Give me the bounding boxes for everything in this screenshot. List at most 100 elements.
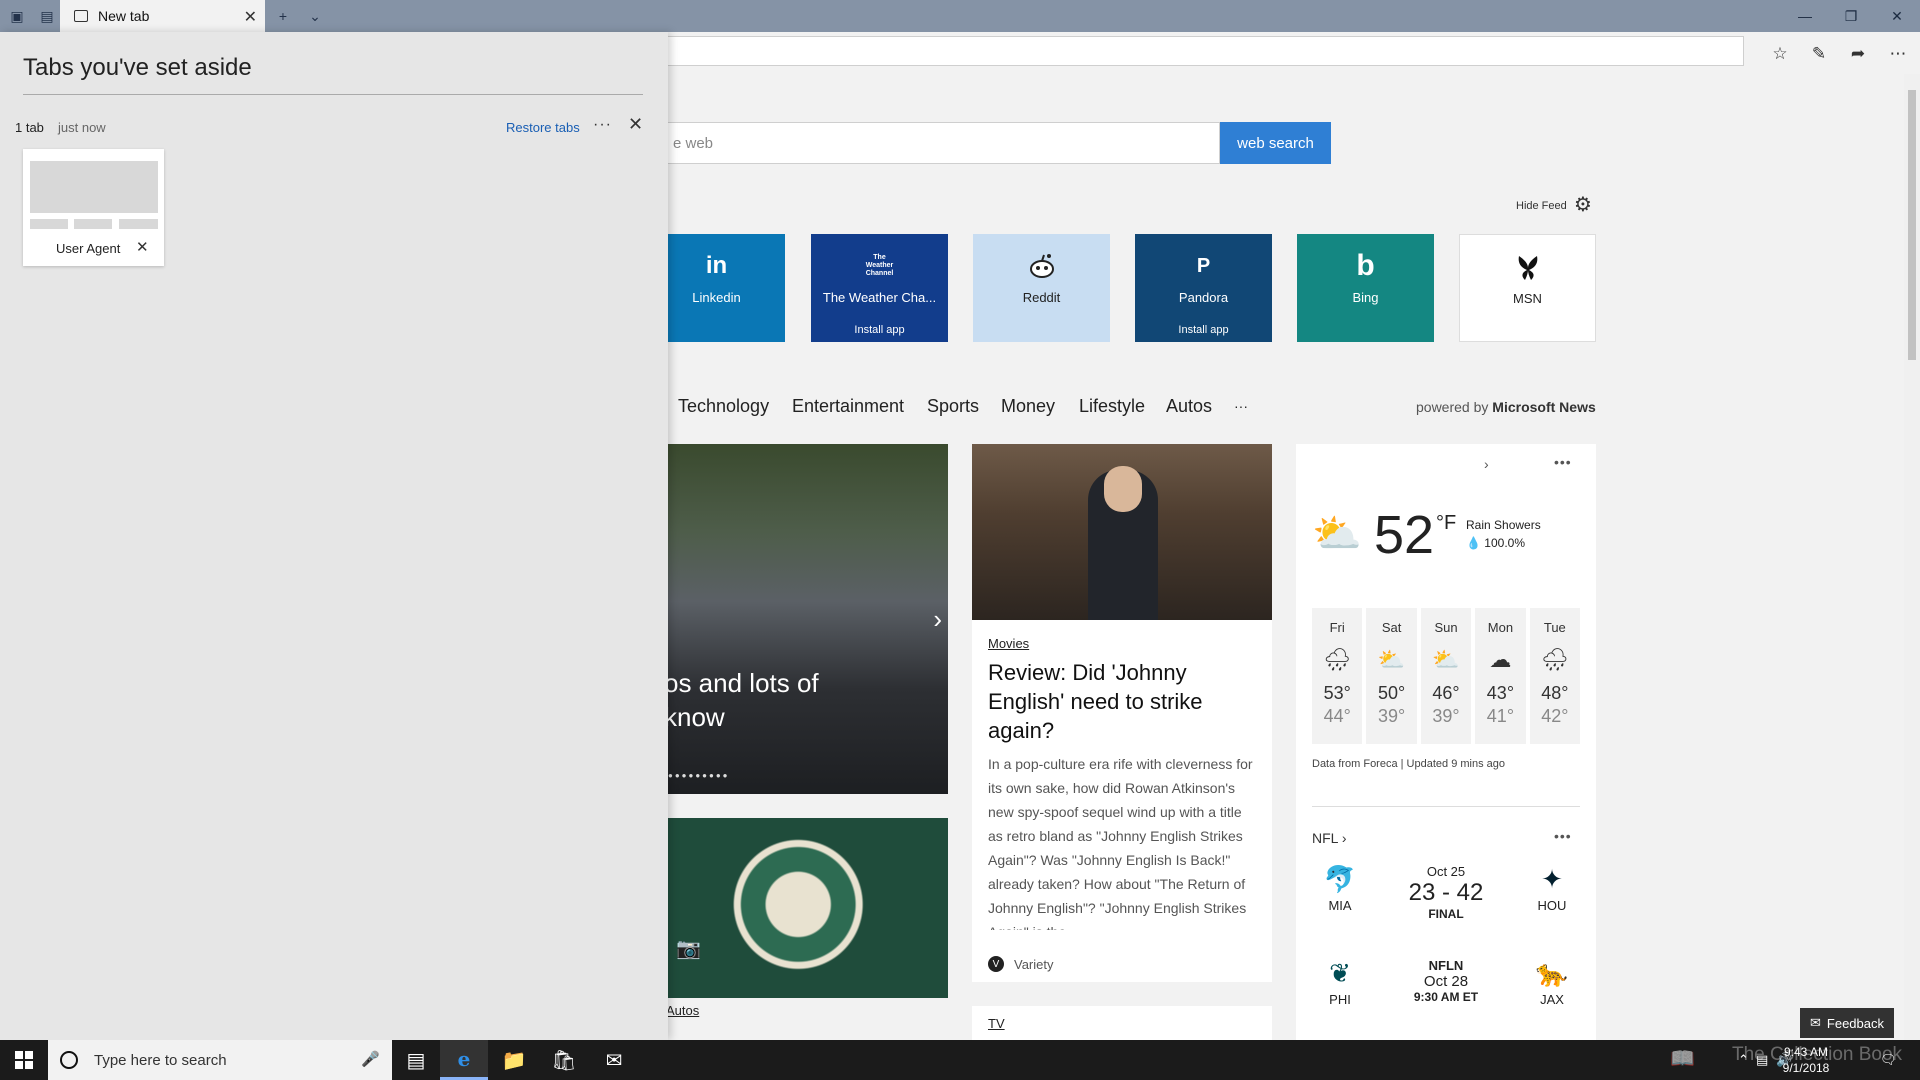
favorites-star-icon[interactable]: ☆ (1766, 40, 1794, 68)
mail-icon[interactable]: ✉ (590, 1040, 638, 1080)
cortana-circle-icon (60, 1051, 78, 1069)
forecast-day[interactable]: Sun ⛅ 46° 39° (1420, 608, 1472, 744)
nfl-game[interactable]: ❦ PHI NFLN Oct 28 9:30 AM ET 🐆 JAX (1312, 958, 1580, 1028)
nfl-game[interactable]: 🐬 MIA Oct 25 23 - 42 FINAL ✦ HOU (1312, 864, 1580, 934)
preview-bar (30, 219, 68, 229)
nav-more[interactable]: ··· (1234, 398, 1248, 414)
windows-start-icon[interactable] (0, 1040, 48, 1080)
tab-preview-chevron-icon[interactable]: ⌄ (300, 0, 330, 32)
tile-reddit[interactable]: Reddit (973, 234, 1110, 342)
day-low: 44° (1323, 706, 1351, 726)
restore-window-button[interactable]: ❐ (1828, 0, 1874, 32)
store-bag-icon[interactable]: 🛍 (540, 1040, 588, 1080)
set-tabs-aside-icon[interactable]: ▤ (32, 0, 62, 32)
tile-linkedin[interactable]: in Linkedin (648, 234, 785, 342)
gear-icon[interactable]: ⚙ (1574, 192, 1592, 217)
precipitation-value: 100.0% (1484, 536, 1525, 550)
feedback-button[interactable]: ✉ Feedback (1800, 1008, 1894, 1038)
share-icon[interactable]: ➦ (1844, 40, 1872, 68)
day-low: 42° (1541, 706, 1569, 726)
close-group-icon[interactable]: ✕ (628, 114, 643, 135)
divider (23, 94, 643, 95)
nav-sports[interactable]: Sports (927, 396, 979, 417)
nfl-label: NFL (1312, 830, 1338, 846)
install-app-label[interactable]: Install app (854, 324, 904, 336)
movie-news-card[interactable]: Movies Review: Did 'Johnny English' need… (972, 444, 1272, 982)
web-search-button[interactable]: web search (1220, 122, 1331, 164)
edge-browser-icon[interactable]: e (440, 1040, 488, 1080)
more-options-icon[interactable]: ••• (1554, 828, 1572, 844)
tile-bing[interactable]: b Bing (1297, 234, 1434, 342)
weather-card: › ••• ⛅ 52 °F Rain Showers 💧 100.0% Fri … (1296, 444, 1596, 1040)
tab-group-count: 1 tab (15, 120, 44, 135)
more-options-icon[interactable]: ··· (593, 116, 612, 134)
taskbar-search-box[interactable]: Type here to search 🎤 (48, 1040, 392, 1080)
day-name: Sat (1381, 620, 1402, 635)
saved-tab-card[interactable]: User Agent ✕ (23, 149, 164, 266)
microphone-icon[interactable]: 🎤 (361, 1050, 380, 1068)
tile-label: Pandora (1178, 290, 1229, 305)
nfl-header[interactable]: NFL › (1312, 830, 1347, 846)
address-bar[interactable] (660, 36, 1744, 66)
restore-tabs-link[interactable]: Restore tabs (506, 120, 580, 135)
nav-technology[interactable]: Technology (678, 396, 769, 417)
temperature-unit[interactable]: °F (1436, 512, 1456, 535)
autos-news-image[interactable]: 📷 (660, 818, 948, 998)
movies-category-tag[interactable]: Movies (988, 636, 1029, 651)
forecast-day[interactable]: Mon ☁ 43° 41° (1475, 608, 1526, 744)
nav-autos[interactable]: Autos (1166, 396, 1212, 417)
rain-icon: 🌧 (1323, 647, 1352, 672)
tv-category-tag[interactable]: TV (988, 1016, 1005, 1031)
hide-feed-link[interactable]: Hide Feed (1516, 200, 1567, 212)
scrollbar-thumb[interactable] (1908, 90, 1916, 360)
tv-news-card[interactable]: TV (972, 1006, 1272, 1040)
hero-headline: os and lots of know (664, 666, 819, 734)
panel-title: Tabs you've set aside (23, 54, 252, 81)
powered-by-prefix: powered by (1416, 399, 1489, 415)
title-bar: ▣ ▤ New tab ✕ + ⌄ — ❐ ✕ (0, 0, 1920, 32)
partly-sunny-icon: ⛅ (1432, 647, 1460, 672)
tab-new-tab[interactable]: New tab ✕ (60, 0, 265, 32)
hero-news-card[interactable]: os and lots of know ●●●●●●●●● › (660, 444, 948, 794)
file-explorer-icon[interactable]: 📁 (490, 1040, 538, 1080)
tile-msn[interactable]: MSN (1459, 234, 1596, 342)
nav-money[interactable]: Money (1001, 396, 1055, 417)
movie-headline[interactable]: Review: Did 'Johnny English' need to str… (988, 658, 1238, 745)
day-high: 48° (1541, 683, 1569, 703)
chevron-right-icon[interactable]: › (1484, 456, 1489, 472)
close-tab-icon[interactable]: ✕ (244, 7, 257, 27)
tab-group-time: just now (58, 120, 106, 135)
day-high: 50° (1377, 683, 1406, 703)
more-actions-icon[interactable]: ⋯ (1884, 40, 1912, 68)
page-scrollbar[interactable] (1904, 74, 1920, 1040)
saved-tab-title: User Agent (56, 241, 121, 256)
autos-category-tag[interactable]: Autos (666, 1003, 699, 1018)
carousel-dots[interactable]: ●●●●●●●●● (668, 771, 730, 780)
linkedin-icon: in (705, 252, 728, 279)
nav-entertainment[interactable]: Entertainment (792, 396, 904, 417)
search-placeholder: e web (673, 135, 714, 152)
weather-data-source[interactable]: Data from Foreca | Updated 9 mins ago (1312, 758, 1505, 770)
game-date: Oct 28 (1423, 973, 1469, 990)
forecast-day[interactable]: Sat ⛅ 50° 39° (1366, 608, 1417, 744)
tile-weather-channel[interactable]: The Weather Channel The Weather Cha... I… (811, 234, 948, 342)
nav-lifestyle[interactable]: Lifestyle (1079, 396, 1145, 417)
carousel-next-chevron-icon[interactable]: › (933, 604, 942, 635)
movie-image (972, 444, 1272, 620)
forecast-day[interactable]: Fri 🌧 53° 44° (1312, 608, 1363, 744)
taskbar-search-placeholder: Type here to search (94, 1051, 227, 1069)
new-tab-plus-icon[interactable]: + (268, 0, 298, 32)
close-window-button[interactable]: ✕ (1874, 0, 1920, 32)
hero-headline-line2: know (664, 702, 725, 732)
install-app-label[interactable]: Install app (1178, 324, 1228, 336)
minimize-button[interactable]: — (1782, 0, 1828, 32)
web-notes-pen-icon[interactable]: ✎ (1805, 40, 1833, 68)
remove-tab-icon[interactable]: ✕ (136, 238, 149, 256)
forecast-day[interactable]: Tue 🌧 48° 42° (1529, 608, 1581, 744)
day-name: Tue (1543, 620, 1566, 635)
tabs-aside-icon[interactable]: ▣ (2, 0, 32, 32)
task-view-icon[interactable]: ▤ (392, 1040, 440, 1080)
more-options-icon[interactable]: ••• (1554, 454, 1572, 470)
msn-butterfly-icon (1513, 251, 1543, 283)
tile-pandora[interactable]: P Pandora Install app (1135, 234, 1272, 342)
